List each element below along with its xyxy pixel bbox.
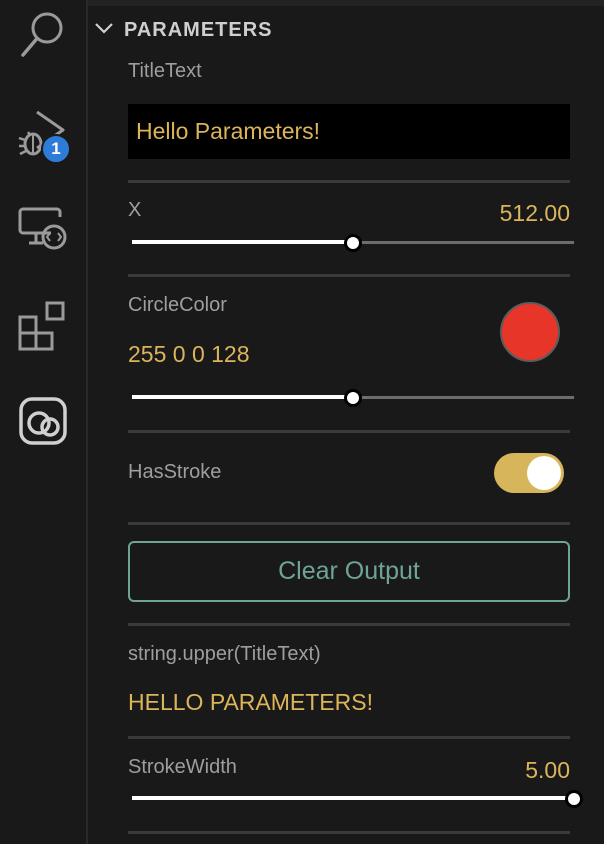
run-debug-badge: 1 xyxy=(41,134,71,164)
slider-fill xyxy=(132,240,353,244)
divider xyxy=(128,831,570,834)
circle-color-value: 255 0 0 128 xyxy=(128,341,250,367)
slider-thumb[interactable] xyxy=(565,790,583,808)
slider-thumb[interactable] xyxy=(344,234,362,252)
divider xyxy=(128,522,570,525)
extensions-icon xyxy=(17,300,69,352)
divider xyxy=(128,274,570,277)
circle-color-swatch[interactable] xyxy=(500,302,560,362)
upper-expression-label: string.upper(TitleText) xyxy=(128,643,321,665)
activity-remote-explorer[interactable] xyxy=(0,194,86,264)
title-text-label: TitleText xyxy=(128,60,202,82)
divider xyxy=(128,736,570,739)
activity-search[interactable] xyxy=(0,1,86,71)
toggle-knob xyxy=(527,456,561,490)
app-window: 1 PARAMETERS TitleText Hello Parameters!… xyxy=(0,0,604,844)
slider-fill xyxy=(132,796,574,800)
x-label: X xyxy=(128,199,142,221)
activity-extensions[interactable] xyxy=(0,291,86,361)
circle-color-label: CircleColor xyxy=(128,294,227,316)
circle-color-slider[interactable] xyxy=(132,387,574,409)
stroke-width-label: StrokeWidth xyxy=(128,756,237,778)
clear-output-button[interactable]: Clear Output xyxy=(128,541,570,602)
x-value: 512.00 xyxy=(499,200,570,226)
x-slider[interactable] xyxy=(132,232,574,254)
parameters-extension-icon xyxy=(18,396,68,446)
has-stroke-toggle[interactable] xyxy=(494,453,564,493)
activity-parameters[interactable] xyxy=(0,386,86,456)
remote-explorer-icon xyxy=(17,203,69,255)
section-title: PARAMETERS xyxy=(124,18,273,41)
slider-fill xyxy=(132,395,353,399)
stroke-width-value: 5.00 xyxy=(525,757,570,783)
parameters-section-header[interactable]: PARAMETERS xyxy=(94,14,273,46)
slider-thumb[interactable] xyxy=(344,389,362,407)
upper-expression-value: HELLO PARAMETERS! xyxy=(128,689,373,715)
chevron-down-icon xyxy=(94,21,114,40)
divider xyxy=(128,180,570,183)
activity-bar: 1 xyxy=(0,0,88,844)
search-icon xyxy=(19,10,67,62)
panel-top-divider xyxy=(88,0,604,6)
stroke-width-slider[interactable] xyxy=(132,788,583,810)
has-stroke-label: HasStroke xyxy=(128,461,222,483)
parameters-panel: PARAMETERS TitleText X 512.00 CircleColo… xyxy=(88,0,604,844)
title-text-input[interactable] xyxy=(128,104,570,159)
divider xyxy=(128,623,570,626)
divider xyxy=(128,430,570,433)
